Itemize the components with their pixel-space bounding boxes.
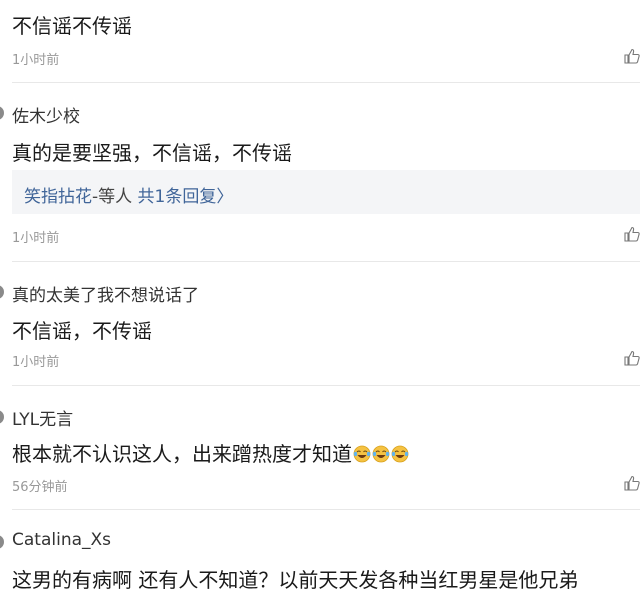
comment-username[interactable]: Catalina_Xs [12,530,111,550]
reply-summary[interactable]: 笑指拈花-等人 共1条回复〉 [12,170,640,214]
comment-username[interactable]: 佐木少校 [12,102,80,127]
comment-time: 1小时前 [12,231,60,246]
divider [12,261,640,262]
avatar[interactable] [0,410,4,424]
comment-text: 不信谣不传谣 [12,14,132,38]
reply-suffix: -等人 [92,187,133,207]
comment-text-body: 根本就不认识这人，出来蹭热度才知道 [12,442,352,466]
avatar[interactable] [0,285,4,299]
reply-count-link[interactable]: 共1条回复 [138,187,217,207]
avatar[interactable] [0,106,4,120]
thumbs-up-icon[interactable] [624,226,640,242]
comment-username[interactable]: LYL无言 [12,405,73,430]
comment-username[interactable]: 真的太美了我不想说话了 [12,281,199,306]
comment-time: 56分钟前 [12,480,68,495]
avatar[interactable] [0,535,4,549]
comment-text: 真的是要坚强，不信谣，不传谣 [12,141,292,165]
divider [12,82,640,83]
comment-text: 这男的有病啊 还有人不知道？以前天天发各种当红男星是他兄弟 [12,568,579,592]
laughing-tears-emoji-icon [372,445,390,463]
comment-text: 不信谣，不传谣 [12,319,152,343]
laughing-tears-emoji-icon [391,445,409,463]
divider [12,385,640,386]
thumbs-up-icon[interactable] [624,48,640,64]
comment-time: 1小时前 [12,53,60,68]
chevron-right-icon: 〉 [216,187,234,207]
thumbs-up-icon[interactable] [624,475,640,491]
comment-text: 根本就不认识这人，出来蹭热度才知道 [12,438,409,467]
thumbs-up-icon[interactable] [624,350,640,366]
comment-time: 1小时前 [12,355,60,370]
divider [12,509,640,510]
reply-user-link[interactable]: 笑指拈花 [24,187,92,207]
laughing-tears-emoji-icon [353,445,371,463]
